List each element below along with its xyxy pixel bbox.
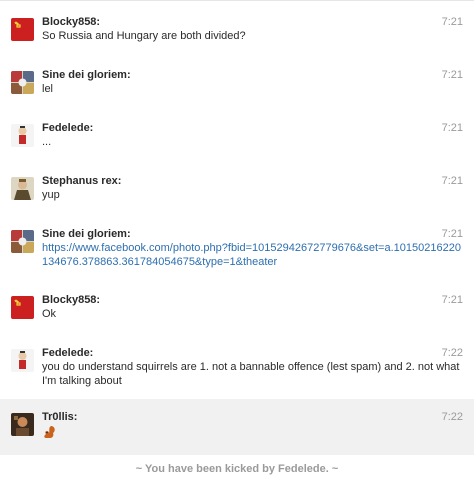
message-text: you do understand squirrels are 1. not a… (42, 361, 460, 387)
chat-log: 7:21 Blocky858: So Russia and Hungary ar… (0, 0, 474, 479)
chat-message: 7:21 Sine dei gloriem: https://www.faceb… (0, 223, 474, 278)
chat-message: 7:21 Sine dei gloriem: lel (0, 64, 474, 104)
message-text: Ok (42, 308, 57, 320)
message-time: 7:21 (441, 294, 463, 306)
message-text: ... (42, 136, 52, 148)
message-time: 7:21 (441, 16, 463, 28)
message-time: 7:22 (441, 347, 463, 359)
system-message: ~ You have been kicked by Fedelede. ~ (135, 463, 339, 475)
soviet-flag-icon[interactable] (11, 296, 34, 319)
message-text: So Russia and Hungary are both divided? (42, 30, 246, 42)
chat-message: 7:21 Fedelede: ... (0, 117, 474, 157)
message-author[interactable]: Blocky858: (42, 15, 474, 29)
avatar[interactable] (11, 71, 34, 94)
message-link[interactable]: https://www.facebook.com/photo.php?fbid=… (42, 241, 462, 269)
message-time: 7:21 (441, 122, 463, 134)
message-time: 7:21 (441, 175, 463, 187)
message-author[interactable]: Sine dei gloriem: (42, 227, 474, 241)
message-author[interactable]: Stephanus rex: (42, 174, 474, 188)
message-time: 7:21 (441, 69, 463, 81)
message-text: yup (42, 189, 60, 201)
soviet-flag-icon[interactable] (11, 18, 34, 41)
message-author[interactable]: Fedelede: (42, 346, 474, 360)
chat-message: 7:22 Tr0llis: (0, 399, 474, 455)
message-time: 7:22 (441, 411, 463, 423)
avatar[interactable] (11, 230, 34, 253)
message-author[interactable]: Tr0llis: (42, 410, 474, 424)
chat-message: 7:21 Blocky858: So Russia and Hungary ar… (0, 11, 474, 51)
chat-message: 7:22 Fedelede: you do understand squirre… (0, 342, 474, 397)
squirrel-emoji-icon (42, 425, 474, 442)
message-author[interactable]: Blocky858: (42, 293, 474, 307)
chat-message: 7:21 Stephanus rex: yup (0, 170, 474, 210)
message-time: 7:21 (441, 228, 463, 240)
message-author[interactable]: Fedelede: (42, 121, 474, 135)
avatar[interactable] (11, 177, 34, 200)
chat-message: 7:21 Blocky858: Ok (0, 289, 474, 329)
message-author[interactable]: Sine dei gloriem: (42, 68, 474, 82)
message-text: lel (42, 83, 54, 95)
avatar[interactable] (11, 124, 34, 147)
avatar[interactable] (11, 413, 34, 436)
avatar[interactable] (11, 349, 34, 372)
